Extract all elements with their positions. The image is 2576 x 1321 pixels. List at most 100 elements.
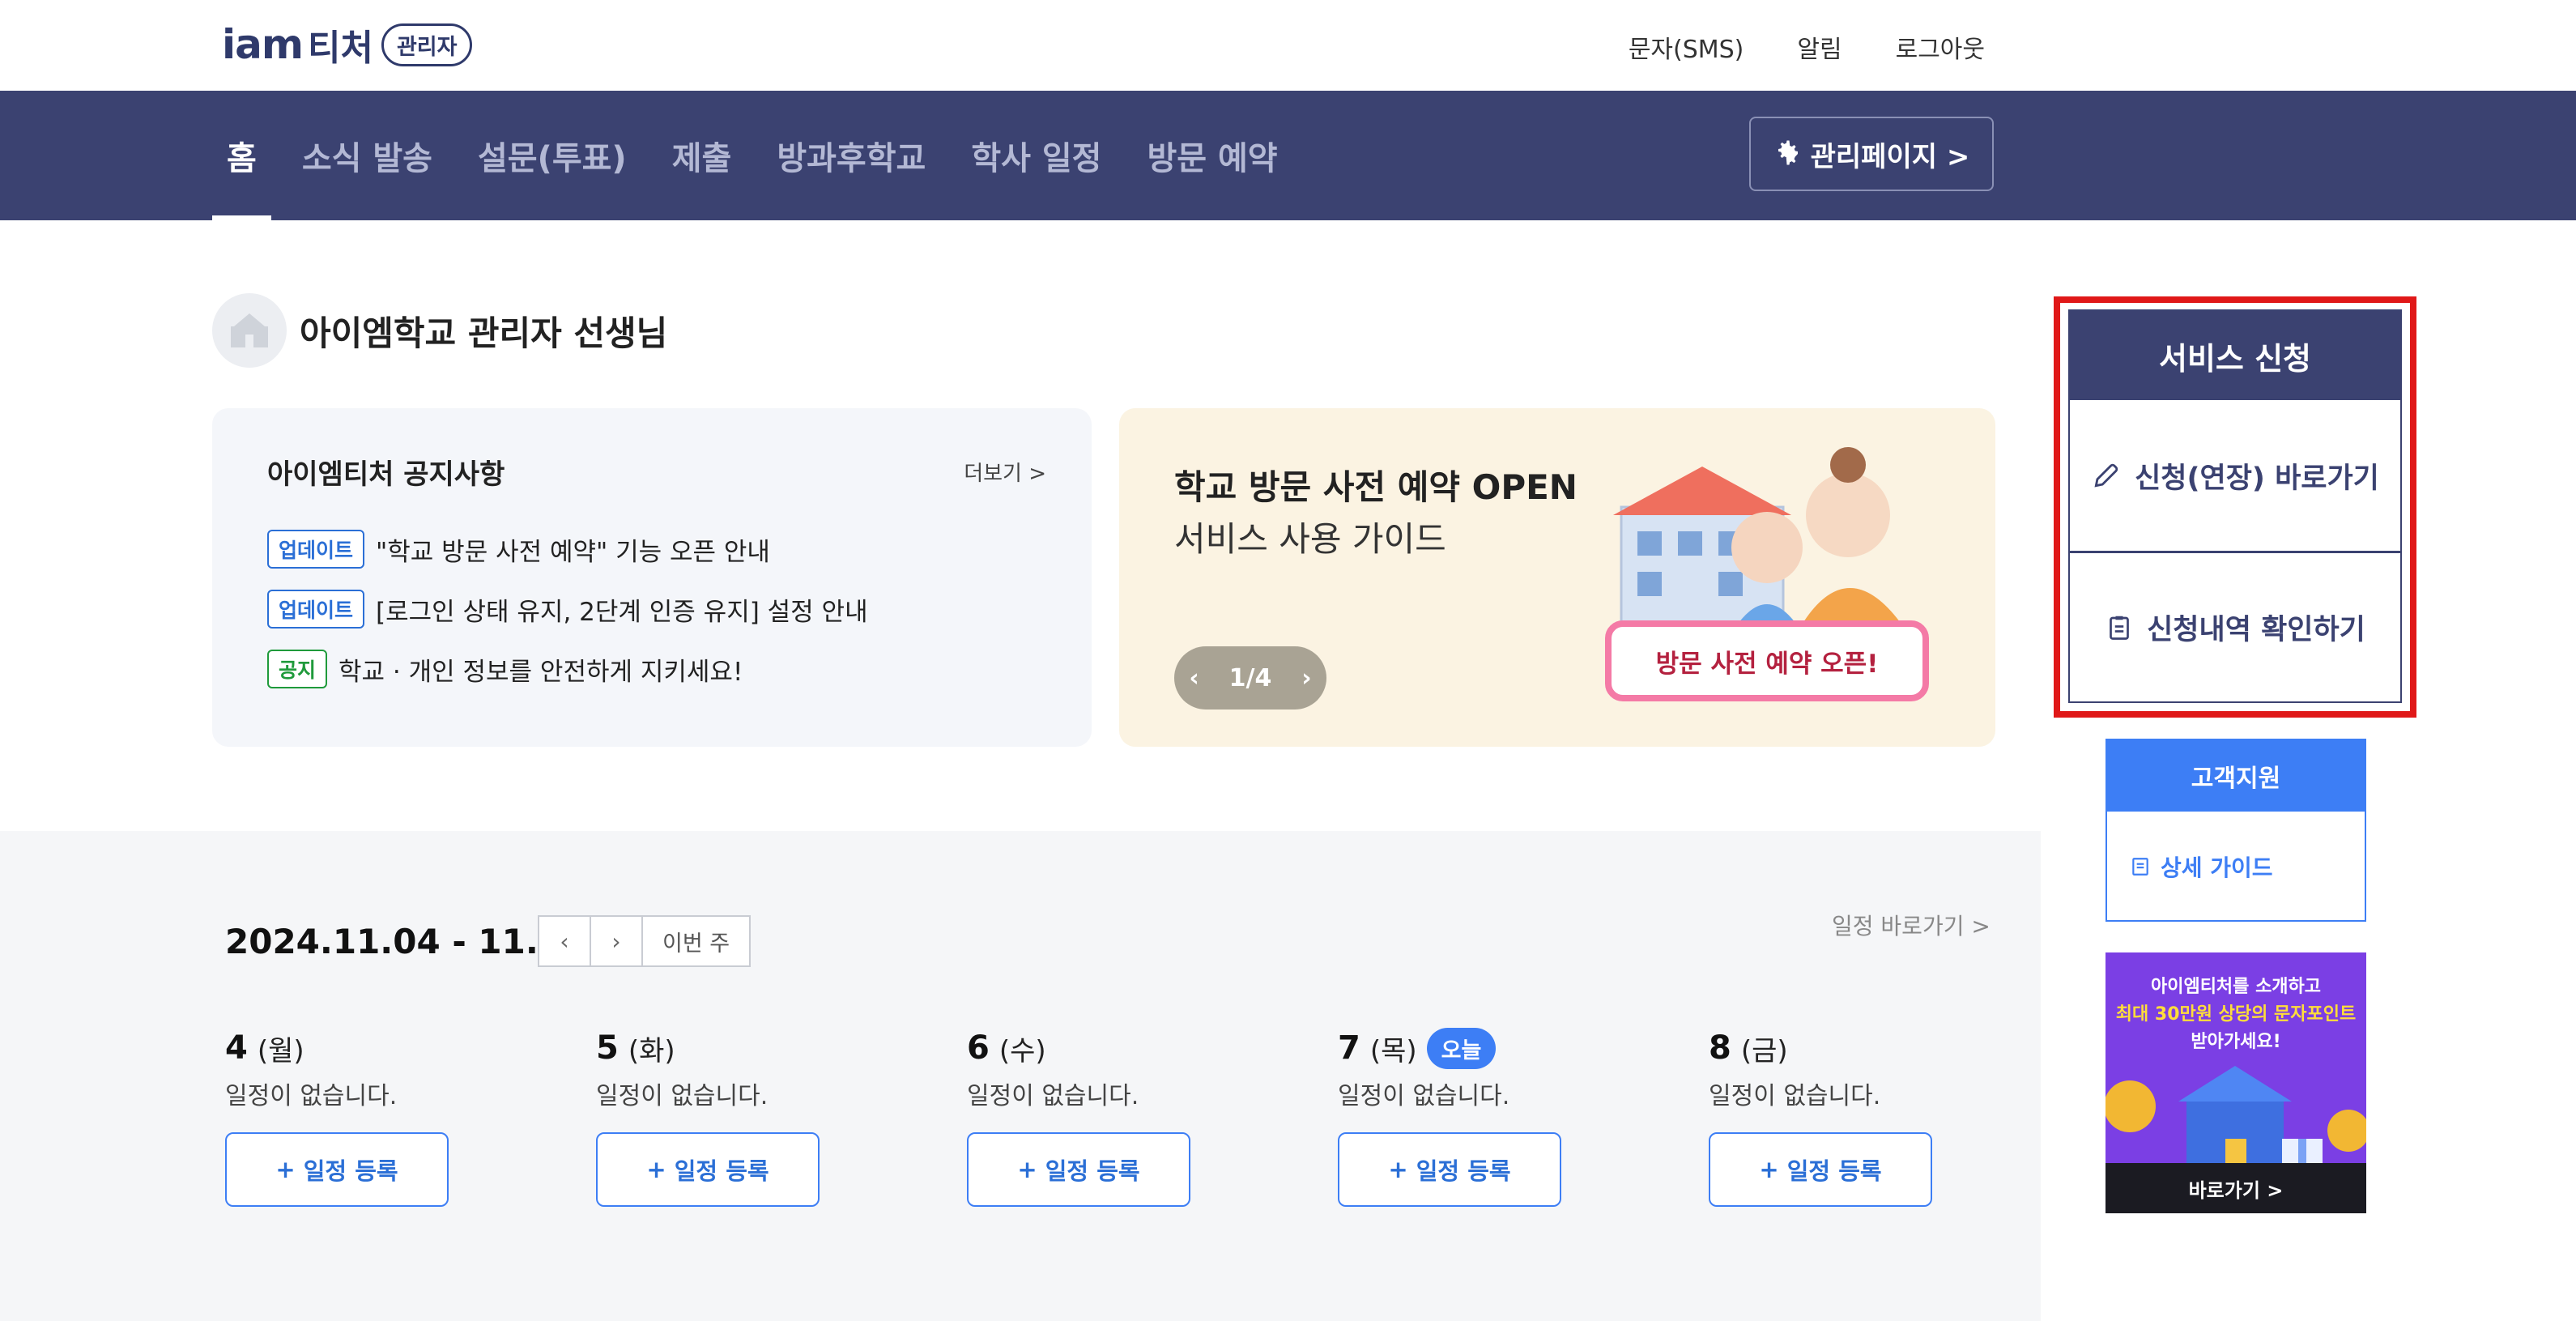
week-nav: ‹ › 이번 주 (538, 915, 752, 967)
promo-cta[interactable]: 바로가기 > (2106, 1163, 2366, 1213)
banner-pager: ‹ 1/4 › (1174, 646, 1326, 710)
week-range: 2024.11.04 - 11.08 (225, 922, 586, 961)
day-list: 4 (월) 일정이 없습니다. + 일정 등록 5 (화) 일정이 없습니다. … (225, 1025, 1932, 1207)
add-schedule-button[interactable]: + 일정 등록 (225, 1132, 449, 1207)
nav-afterschool[interactable]: 방과후학교 (777, 91, 926, 220)
notice-item[interactable]: 공지 학교 · 개인 정보를 안전하게 지키세요! (267, 650, 868, 688)
logout-link[interactable]: 로그아웃 (1896, 29, 1985, 65)
promo-text: 아이엠티처를 소개하고 최대 30만원 상당의 문자포인트 받아가세요! (2106, 974, 2366, 1056)
application-history-label: 신청내역 확인하기 (2147, 614, 2365, 646)
notice-tag: 공지 (267, 650, 328, 688)
update-tag: 업데이트 (267, 590, 365, 629)
logo[interactable]: iam 티처 관리자 (222, 18, 473, 71)
support-panel: 고객지원 상세 가이드 (2106, 739, 2366, 922)
plus-icon: + (1017, 1156, 1037, 1183)
detailed-guide-link[interactable]: 상세 가이드 (2107, 812, 2365, 922)
service-title: 서비스 신청 (2070, 311, 2400, 400)
application-history-button[interactable]: 신청내역 확인하기 (2070, 551, 2400, 701)
notice-item[interactable]: 업데이트 [로그인 상태 유지, 2단계 인증 유지] 설정 안내 (267, 590, 868, 629)
day-weekday: (목) (1369, 1034, 1417, 1067)
update-tag: 업데이트 (267, 530, 365, 569)
today-badge: 오늘 (1426, 1027, 1497, 1069)
add-schedule-label: 일정 등록 (1045, 1157, 1140, 1185)
nav-survey[interactable]: 설문(투표) (478, 91, 627, 220)
greeting-text: 아이엠학교 관리자 선생님 (300, 313, 668, 353)
notice-item[interactable]: 업데이트 "학교 방문 사전 예약" 기능 오픈 안내 (267, 530, 868, 569)
notifications-link[interactable]: 알림 (1797, 29, 1842, 65)
day-column: 8 (금) 일정이 없습니다. + 일정 등록 (1709, 1025, 1932, 1207)
day-weekday: (수) (998, 1034, 1046, 1067)
main-nav: 홈 소식 발송 설문(투표) 제출 방과후학교 학사 일정 방문 예약 관리페이… (0, 91, 2576, 220)
prev-week-button[interactable]: ‹ (539, 917, 591, 965)
chevron-right-icon[interactable]: › (1301, 664, 1311, 692)
promo-line-1: 아이엠티처를 소개하고 (2150, 977, 2322, 997)
notice-list: 업데이트 "학교 방문 사전 예약" 기능 오픈 안내 업데이트 [로그인 상태… (267, 530, 868, 688)
add-schedule-button[interactable]: + 일정 등록 (596, 1132, 820, 1207)
notice-title: 아이엠티처 공지사항 (267, 458, 505, 491)
service-panel: 서비스 신청 신청(연장) 바로가기 신청내역 확인하기 (2068, 309, 2402, 703)
apply-extend-button[interactable]: 신청(연장) 바로가기 (2070, 400, 2400, 551)
support-title: 고객지원 (2107, 740, 2365, 812)
weekly-calendar: 2024.11.04 - 11.08 ‹ › 이번 주 일정 바로가기 > 4 … (0, 831, 2041, 1321)
logo-teacher: 티처 (307, 28, 373, 69)
notice-text: 학교 · 개인 정보를 안전하게 지키세요! (338, 657, 743, 687)
sms-link[interactable]: 문자(SMS) (1629, 29, 1744, 65)
admin-page-label: 관리페이지 > (1810, 140, 1970, 173)
top-links: 문자(SMS) 알림 로그아웃 (1629, 29, 1985, 65)
day-column: 4 (월) 일정이 없습니다. + 일정 등록 (225, 1025, 449, 1207)
plus-icon: + (275, 1156, 296, 1183)
no-schedule-text: 일정이 없습니다. (596, 1082, 769, 1110)
add-schedule-label: 일정 등록 (303, 1157, 398, 1185)
chevron-left-icon[interactable]: ‹ (1189, 664, 1199, 692)
goto-schedule-link[interactable]: 일정 바로가기 > (1832, 909, 1991, 941)
notice-text: [로그인 상태 유지, 2단계 인증 유지] 설정 안내 (376, 597, 868, 627)
plus-icon: + (1388, 1156, 1408, 1183)
school-icon (231, 313, 268, 347)
add-schedule-button[interactable]: + 일정 등록 (967, 1132, 1190, 1207)
nav-visit[interactable]: 방문 예약 (1147, 91, 1277, 220)
no-schedule-text: 일정이 없습니다. (1709, 1082, 1881, 1110)
admin-page-button[interactable]: 관리페이지 > (1749, 117, 1994, 191)
banner-title: 학교 방문 사전 예약 OPEN (1174, 467, 1578, 507)
promo-line-2: 최대 30만원 상당의 문자포인트 (2115, 1004, 2357, 1025)
add-schedule-label: 일정 등록 (1416, 1157, 1511, 1185)
clipboard-icon (2110, 616, 2129, 640)
notice-card: 아이엠티처 공지사항 더보기 > 업데이트 "학교 방문 사전 예약" 기능 오… (212, 408, 1092, 747)
user-greeting: 아이엠학교 관리자 선생님 (212, 293, 667, 368)
notice-more-link[interactable]: 더보기 > (964, 457, 1046, 487)
logo-admin-badge: 관리자 (381, 23, 473, 66)
logo-iam: iam (222, 21, 304, 68)
pencil-icon (2094, 463, 2118, 488)
document-icon (2132, 858, 2148, 876)
day-number: 4 (225, 1029, 248, 1067)
day-column: 7 (목) 오늘 일정이 없습니다. + 일정 등록 (1338, 1025, 1561, 1207)
top-bar: iam 티처 관리자 문자(SMS) 알림 로그아웃 (0, 0, 2576, 91)
day-number: 5 (596, 1029, 619, 1067)
day-weekday: (금) (1740, 1034, 1788, 1067)
visit-open-label: 방문 사전 예약 오픈! (1605, 620, 1929, 701)
day-weekday: (화) (628, 1034, 675, 1067)
gear-icon (1778, 140, 1798, 165)
nav-home[interactable]: 홈 (212, 91, 271, 220)
this-week-button[interactable]: 이번 주 (643, 917, 749, 965)
notice-text: "학교 방문 사전 예약" 기능 오픈 안내 (376, 537, 770, 567)
referral-promo-banner[interactable]: 아이엠티처를 소개하고 최대 30만원 상당의 문자포인트 받아가세요! 바로가… (2106, 952, 2366, 1213)
day-column: 5 (화) 일정이 없습니다. + 일정 등록 (596, 1025, 820, 1207)
nav-submit[interactable]: 제출 (672, 91, 732, 220)
add-schedule-button[interactable]: + 일정 등록 (1338, 1132, 1561, 1207)
day-number: 8 (1709, 1029, 1731, 1067)
apply-extend-label: 신청(연장) 바로가기 (2135, 462, 2379, 495)
banner-subtitle: 서비스 사용 가이드 (1174, 519, 1446, 559)
visit-banner[interactable]: 학교 방문 사전 예약 OPEN 서비스 사용 가이드 ‹ 1/4 › 방문 사… (1119, 408, 1995, 747)
day-weekday: (월) (257, 1034, 304, 1067)
add-schedule-label: 일정 등록 (1786, 1157, 1882, 1185)
day-column: 6 (수) 일정이 없습니다. + 일정 등록 (967, 1025, 1190, 1207)
plus-icon: + (646, 1156, 666, 1183)
no-schedule-text: 일정이 없습니다. (1338, 1082, 1510, 1110)
next-week-button[interactable]: › (591, 917, 643, 965)
day-number: 7 (1338, 1029, 1360, 1067)
nav-news[interactable]: 소식 발송 (302, 91, 432, 220)
add-schedule-button[interactable]: + 일정 등록 (1709, 1132, 1932, 1207)
nav-schedule[interactable]: 학사 일정 (971, 91, 1101, 220)
no-schedule-text: 일정이 없습니다. (967, 1082, 1139, 1110)
